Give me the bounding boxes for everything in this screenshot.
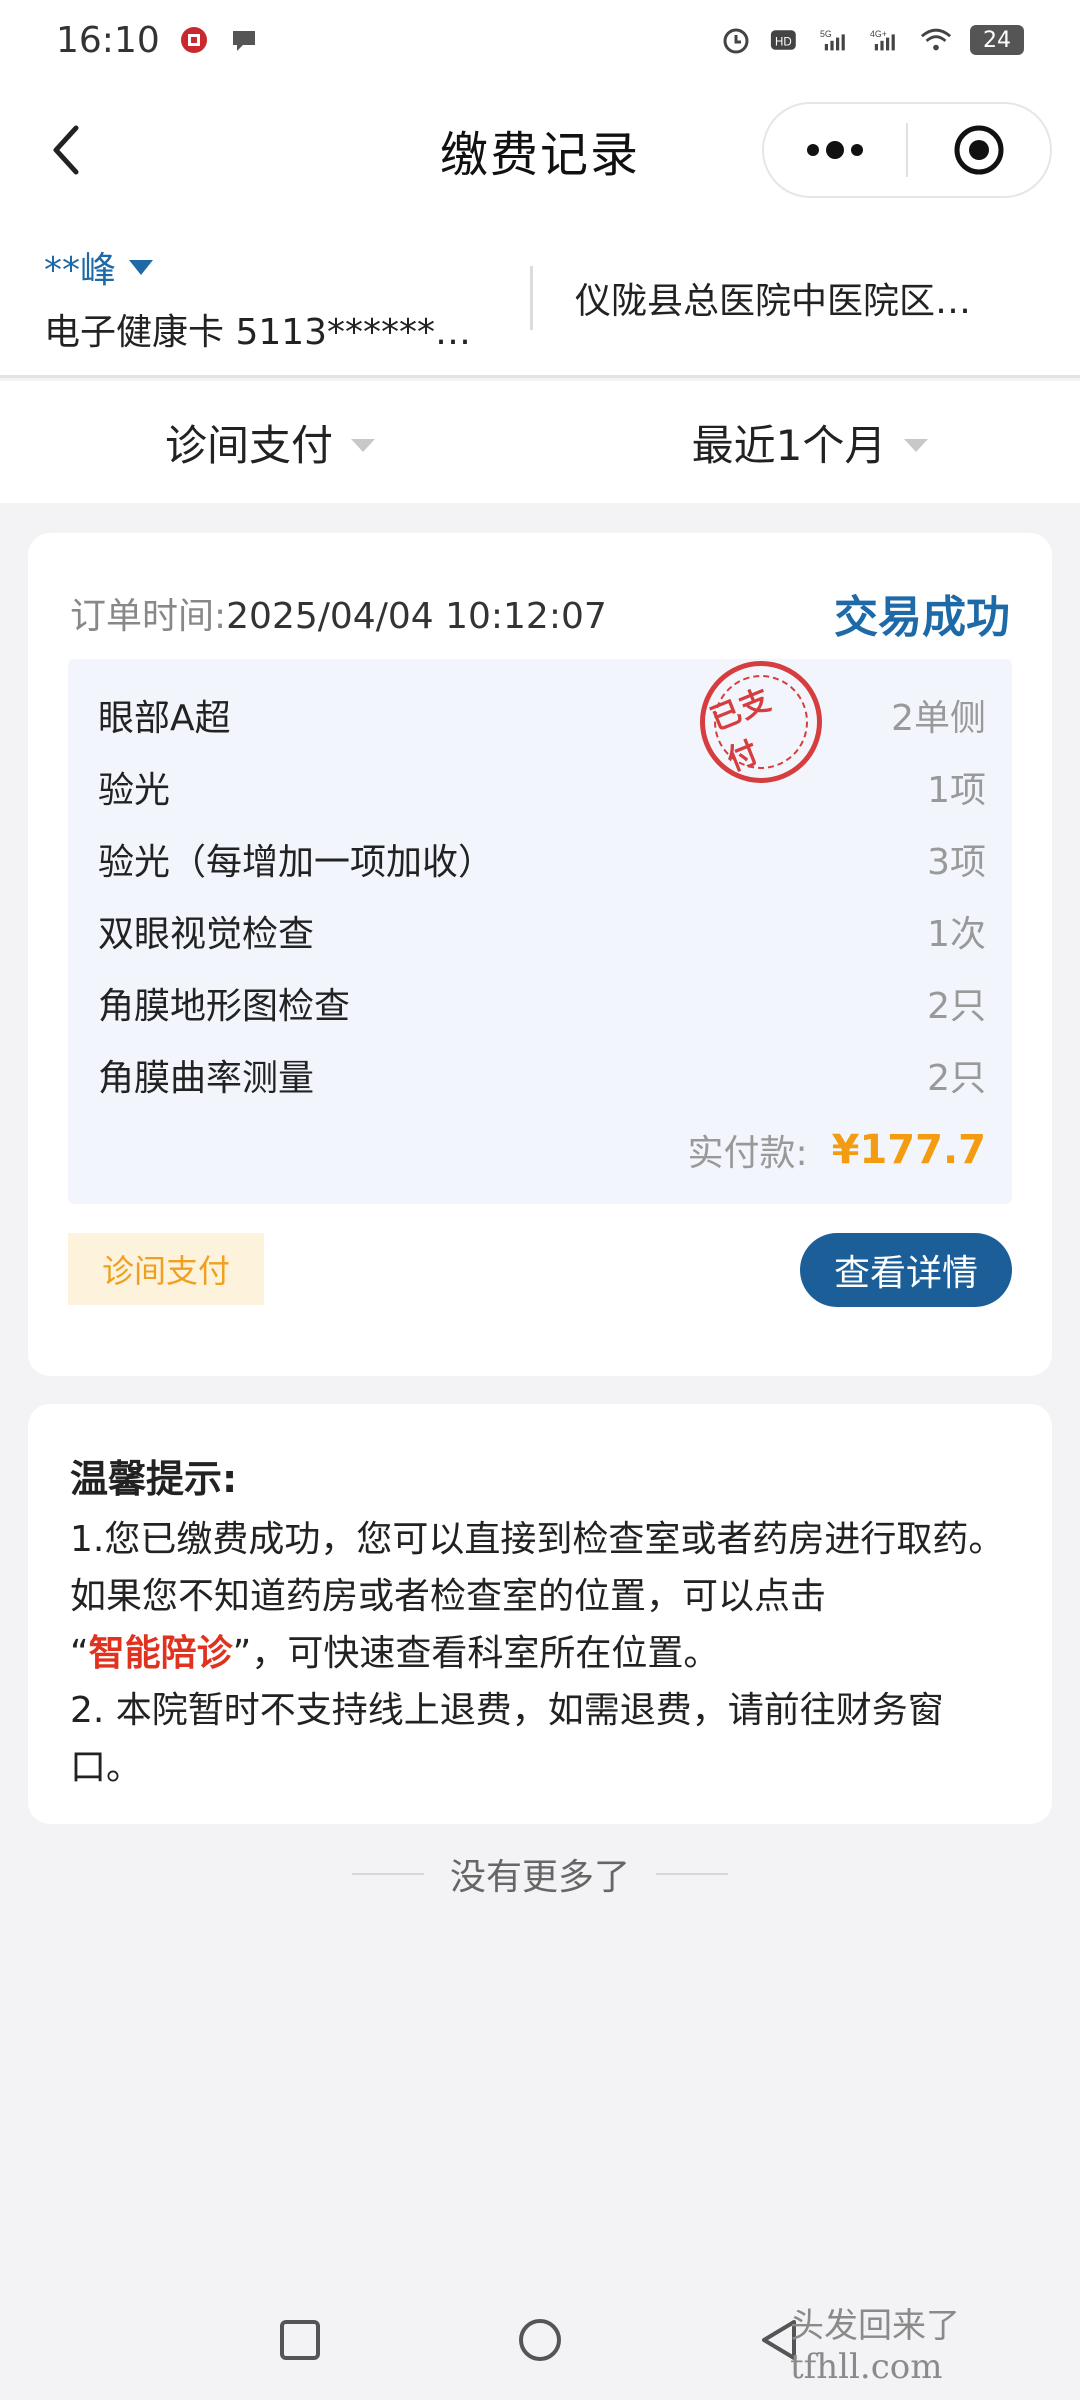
order-card: 订单时间:2025/04/04 10:12:07 交易成功 已支付 眼部A超 2… (28, 533, 1052, 1376)
quote-open: “ (70, 1633, 89, 1674)
order-time: 订单时间:2025/04/04 10:12:07 (70, 587, 607, 639)
total-label: 实付款: (687, 1133, 808, 1174)
order-items: 已支付 眼部A超 2单侧 验光 1项 验光（每增加一项加收） 3项 双眼视觉检查… (68, 642, 1012, 1204)
chevron-left-icon (53, 125, 79, 175)
dropdown-arrow-icon (351, 438, 375, 452)
item-qty: 2单侧 (891, 698, 986, 739)
close-program-button[interactable] (908, 104, 1050, 196)
tips-card: 温馨提示: 1.您已缴费成功，您可以直接到检查室或者药房进行取药。如果您不知道药… (28, 1404, 1052, 1824)
back-button[interactable] (36, 120, 96, 180)
signal-5g-icon: 5G (820, 24, 852, 56)
dropdown-arrow-icon (904, 438, 929, 452)
order-status: 交易成功 (834, 592, 1010, 643)
divider-line (351, 1873, 424, 1875)
home-button[interactable] (510, 2310, 570, 2370)
circle-icon (519, 2319, 561, 2361)
caret-down-icon (129, 259, 154, 275)
mini-program-capsule (762, 102, 1052, 198)
health-card-number: 电子健康卡 5113******… (44, 311, 472, 353)
svg-text:HD: HD (775, 36, 792, 48)
view-details-button[interactable]: 查看详情 (800, 1233, 1012, 1307)
order-item: 双眼视觉检查 1次 (98, 895, 986, 967)
smart-guide-link[interactable]: 智能陪诊 (89, 1633, 233, 1674)
hd-icon: HD (770, 24, 802, 56)
time-range-label: 最近1个月 (691, 420, 887, 470)
total-amount: ¥177.7 (831, 1127, 986, 1173)
wifi-icon (920, 24, 952, 56)
item-name: 角膜曲率测量 (98, 1058, 315, 1099)
patient-name: **峰 (44, 249, 117, 291)
nav-bar: 缴费记录 (0, 80, 1080, 220)
order-item: 角膜曲率测量 2只 (98, 1039, 986, 1111)
tip-1-text: 1.您已缴费成功，您可以直接到检查室或者药房进行取药。如果您不知道药房或者检查室… (70, 1519, 1005, 1617)
divider-line (656, 1873, 728, 1875)
payment-type-label: 诊间支付 (164, 420, 333, 470)
order-time-label: 订单时间: (70, 596, 227, 637)
end-of-list-text: 没有更多了 (449, 1857, 630, 1898)
order-time-value: 2025/04/04 10:12:07 (226, 596, 607, 637)
time-range-filter[interactable]: 最近1个月 (540, 412, 1080, 473)
item-name: 验光 (98, 770, 171, 811)
patient-bar: **峰 电子健康卡 5113******… 仪陇县总医院中医院区… (0, 220, 1080, 378)
svg-text:5G: 5G (820, 29, 832, 39)
item-name: 验光（每增加一项加收） (98, 842, 495, 883)
watermark: 头发回来了 tfhll.com (790, 2306, 960, 2387)
patient-selector[interactable]: **峰 电子健康卡 5113******… (0, 241, 530, 355)
payment-type-filter[interactable]: 诊间支付 (0, 412, 540, 473)
total-row: 实付款: ¥177.7 (98, 1115, 987, 1185)
status-time: 16:10 (56, 19, 160, 61)
svg-text:4G+: 4G+ (870, 29, 887, 39)
order-item: 眼部A超 2单侧 (98, 679, 986, 751)
alarm-icon (720, 24, 752, 56)
item-name: 眼部A超 (98, 698, 231, 739)
order-item: 角膜地形图检查 2只 (98, 967, 986, 1039)
tip-1: 1.您已缴费成功，您可以直接到检查室或者药房进行取药。如果您不知道药房或者检查室… (70, 1511, 1012, 1682)
order-item: 验光 1项 (98, 751, 986, 823)
item-qty: 3项 (927, 842, 986, 883)
more-button[interactable] (764, 104, 906, 196)
tip-2: 2. 本院暂时不支持线上退费，如需退费，请前往财务窗口。 (70, 1690, 944, 1788)
end-of-list: 没有更多了 (0, 1848, 1080, 1900)
item-name: 双眼视觉检查 (98, 914, 315, 955)
more-dots-icon (807, 141, 863, 159)
status-bar: 16:10 HD 5G 4G+ 24 (0, 0, 1080, 80)
filter-bar: 诊间支付 最近1个月 (0, 381, 1080, 503)
page-title: 缴费记录 (439, 127, 640, 183)
paid-stamp-text: 已支付 (699, 660, 823, 784)
item-qty: 2只 (927, 1058, 986, 1099)
item-qty: 1项 (927, 770, 986, 811)
item-name: 角膜地形图检查 (98, 986, 351, 1027)
item-qty: 1次 (927, 914, 986, 955)
tip-1-tail: ”，可快速查看科室所在位置。 (232, 1633, 720, 1674)
square-icon (280, 2320, 320, 2360)
battery-indicator: 24 (970, 25, 1024, 55)
bank-app-icon (178, 24, 210, 56)
payment-type-tag: 诊间支付 (68, 1233, 264, 1305)
order-item: 验光（每增加一项加收） 3项 (98, 823, 986, 895)
tips-title: 温馨提示: (70, 1457, 238, 1501)
item-qty: 2只 (927, 986, 986, 1027)
recents-button[interactable] (270, 2310, 330, 2370)
signal-4g-icon: 4G+ (870, 24, 902, 56)
chat-bubble-icon (228, 24, 260, 56)
hospital-selector[interactable]: 仪陇县总医院中医院区… (533, 272, 1080, 324)
target-circle-icon (954, 125, 1004, 175)
